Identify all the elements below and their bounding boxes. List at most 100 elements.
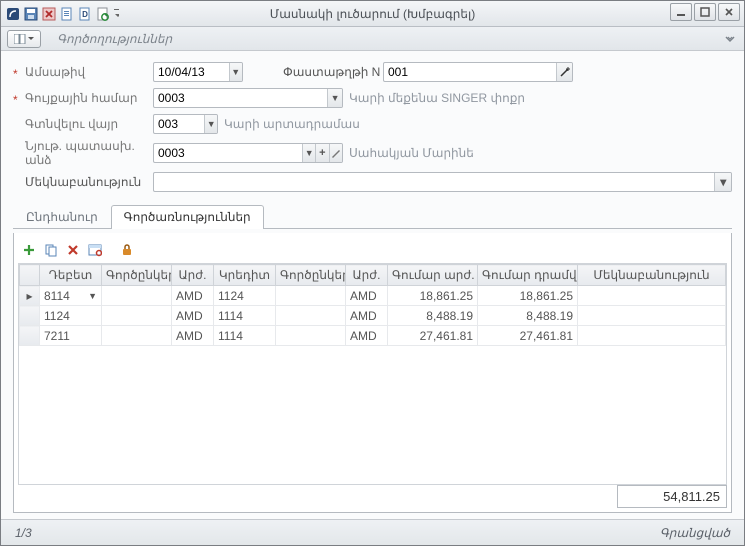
cell-partner1[interactable] [102, 326, 172, 346]
date-field[interactable]: ▼ [153, 62, 243, 82]
cell-credit[interactable]: 1124 [214, 286, 276, 306]
qat-refresh-icon[interactable] [95, 6, 111, 22]
row-indicator: ▸ [20, 286, 40, 306]
col-amt-dram[interactable]: Գումար դրամվ [478, 265, 578, 286]
cell-amt-dram[interactable]: 27,461.81 [478, 326, 578, 346]
cell-amt-cur[interactable]: 18,861.25 [388, 286, 478, 306]
qat-doc1-icon[interactable] [59, 6, 75, 22]
status-bar: 1/3 Գրանցված [1, 519, 744, 545]
col-partner2[interactable]: Գործընկեր [276, 265, 346, 286]
chevron-down-icon[interactable]: ▼ [229, 63, 242, 81]
grid-add-button[interactable] [20, 241, 38, 259]
cell-cur2[interactable]: AMD [346, 286, 388, 306]
col-debit[interactable]: Դեբետ [40, 265, 102, 286]
window-minimize-button[interactable] [670, 3, 692, 21]
cell-cur1[interactable]: AMD [172, 286, 214, 306]
responsible-desc: Սահակյան Մարինե [349, 146, 474, 160]
qat-doc2-icon[interactable]: D [77, 6, 93, 22]
responsible-input[interactable] [154, 144, 302, 162]
docnum-field[interactable] [383, 62, 573, 82]
wand-icon[interactable] [556, 63, 572, 81]
grid-table: Դեբետ Գործընկեր Արժ. Կրեդիտ Գործընկեր Ար… [19, 264, 726, 346]
col-cur2[interactable]: Արժ. [346, 265, 388, 286]
grid-lock-button[interactable] [118, 241, 136, 259]
row-indicator [20, 326, 40, 346]
cell-amt-dram[interactable]: 18,861.25 [478, 286, 578, 306]
row-indicator [20, 306, 40, 326]
label-date: Ամսաթիվ [13, 65, 153, 79]
location-field[interactable]: ▼ [153, 114, 218, 134]
qat-save-icon[interactable] [23, 6, 39, 22]
plus-icon[interactable]: + [315, 144, 328, 162]
label-location: Գտնվելու վայր [13, 117, 153, 131]
app-icon [5, 6, 21, 22]
table-row[interactable]: 7211AMD1114AMD27,461.8127,461.81 [20, 326, 726, 346]
actions-bar-title: Գործողություններ [57, 32, 172, 46]
cell-cur2[interactable]: AMD [346, 326, 388, 346]
cell-cur2[interactable]: AMD [346, 306, 388, 326]
grid-settings-button[interactable] [86, 241, 104, 259]
table-row[interactable]: 1124AMD1114AMD8,488.198,488.19 [20, 306, 726, 326]
cell-amt-cur[interactable]: 8,488.19 [388, 306, 478, 326]
chevron-down-icon[interactable]: ▼ [204, 115, 217, 133]
col-amt-cur[interactable]: Գումար արժ. [388, 265, 478, 286]
table-row[interactable]: ▸8114▼AMD1124AMD18,861.2518,861.25 [20, 286, 726, 306]
cell-partner2[interactable] [276, 286, 346, 306]
cell-debit[interactable]: 8114▼ [40, 286, 102, 306]
window-maximize-button[interactable] [694, 3, 716, 21]
svg-text:D: D [82, 10, 88, 19]
grid[interactable]: Դեբետ Գործընկեր Արժ. Կրեդիտ Գործընկեր Ար… [18, 263, 727, 485]
window-title: Մասնակի լուծարում (Խմբագրել) [270, 7, 476, 21]
cell-partner2[interactable] [276, 306, 346, 326]
cell-comment[interactable] [578, 286, 726, 306]
titlebar: D Մասնակի լուծարում (Խմբագրել) [1, 1, 744, 27]
invnum-field[interactable]: ▼ [153, 88, 343, 108]
window-close-button[interactable] [718, 3, 740, 21]
col-credit[interactable]: Կրեդիտ [214, 265, 276, 286]
cell-partner2[interactable] [276, 326, 346, 346]
cell-credit[interactable]: 1114 [214, 306, 276, 326]
col-comment[interactable]: Մեկնաբանություն [578, 265, 726, 286]
grid-copy-button[interactable] [42, 241, 60, 259]
col-partner1[interactable]: Գործընկեր [102, 265, 172, 286]
qat-dropdown-icon[interactable] [113, 7, 119, 21]
cell-cur1[interactable]: AMD [172, 306, 214, 326]
location-input[interactable] [154, 115, 204, 133]
comment-field[interactable]: ▾ [153, 172, 732, 192]
grid-delete-button[interactable] [64, 241, 82, 259]
chevron-down-icon[interactable]: ▼ [302, 144, 315, 162]
cell-amt-cur[interactable]: 27,461.81 [388, 326, 478, 346]
cell-comment[interactable] [578, 326, 726, 346]
actions-bar-expand-icon[interactable] [724, 33, 736, 45]
grid-corner [20, 265, 40, 286]
tab-body-operations: Դեբետ Գործընկեր Արժ. Կրեդիտ Գործընկեր Ար… [13, 233, 732, 513]
tabs: Ընդհանուր Գործառնություններ [13, 203, 732, 229]
view-mode-button[interactable] [7, 30, 41, 48]
responsible-field[interactable]: ▼ + [153, 143, 343, 163]
cell-comment[interactable] [578, 306, 726, 326]
cell-amt-dram[interactable]: 8,488.19 [478, 306, 578, 326]
docnum-input[interactable] [384, 63, 556, 81]
grid-toolbar [18, 237, 727, 263]
cell-cur1[interactable]: AMD [172, 326, 214, 346]
cell-debit[interactable]: 1124 [40, 306, 102, 326]
col-cur1[interactable]: Արժ. [172, 265, 214, 286]
cell-partner1[interactable] [102, 306, 172, 326]
ellipsis-icon[interactable]: ▾ [714, 173, 731, 191]
chevron-down-icon[interactable]: ▼ [327, 89, 342, 107]
tab-general[interactable]: Ընդհանուր [13, 205, 111, 229]
cell-debit[interactable]: 7211 [40, 326, 102, 346]
window: D Մասնակի լուծարում (Խմբագրել) Գործողութ… [0, 0, 745, 546]
qat-delete-icon[interactable] [41, 6, 57, 22]
label-responsible: Նյութ. պատասխ. անձ [13, 139, 153, 167]
invnum-input[interactable] [154, 89, 327, 107]
grid-header-row: Դեբետ Գործընկեր Արժ. Կրեդիտ Գործընկեր Ար… [20, 265, 726, 286]
date-input[interactable] [154, 63, 229, 81]
pencil-icon[interactable] [329, 144, 342, 162]
actions-bar: Գործողություններ [1, 27, 744, 51]
tab-operations[interactable]: Գործառնություններ [111, 205, 264, 229]
cell-partner1[interactable] [102, 286, 172, 306]
cell-credit[interactable]: 1114 [214, 326, 276, 346]
grid-total: 54,811.25 [617, 485, 727, 508]
comment-input[interactable] [154, 173, 714, 191]
